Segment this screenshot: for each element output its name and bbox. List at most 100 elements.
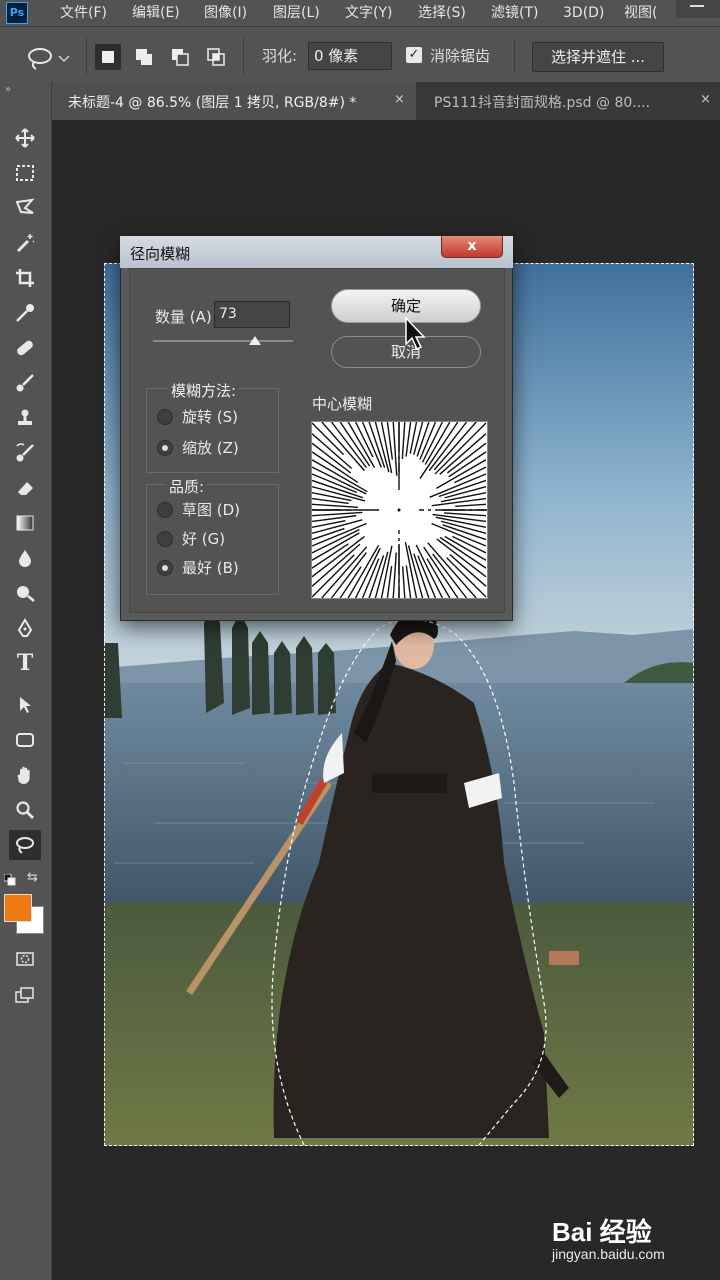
blur-method-title: 模糊方法: <box>168 380 240 401</box>
swap-colors-icon[interactable]: ⇆ <box>27 870 38 885</box>
tab-close-icon[interactable]: × <box>394 92 405 107</box>
rounded-rectangle-icon <box>16 733 34 747</box>
type-tool[interactable]: T <box>9 648 41 678</box>
droplet-icon <box>19 550 31 567</box>
tab-close-icon[interactable]: × <box>700 92 711 107</box>
hand-tool[interactable] <box>9 760 41 790</box>
arrow-cursor-icon <box>20 697 31 713</box>
pen-icon <box>17 618 33 637</box>
photoshop-logo: Ps <box>6 2 28 24</box>
zoom-tool[interactable] <box>9 795 41 825</box>
radio-good-label[interactable]: 好 (G) <box>182 528 225 549</box>
eyedropper-tool[interactable] <box>9 298 41 328</box>
move-tool[interactable] <box>9 123 41 153</box>
eraser-tool[interactable] <box>9 473 41 503</box>
divider <box>86 38 87 74</box>
zoom-rays-preview <box>311 421 487 599</box>
healing-brush-tool[interactable] <box>9 333 41 363</box>
baidu-jingyan-logo: Bai 经验 <box>552 1217 652 1247</box>
close-icon: x <box>467 238 477 254</box>
radio-good[interactable] <box>157 531 173 547</box>
tab-label: 未标题-4 @ 86.5% (图层 1 拷贝, RGB/8#) * <box>68 95 357 111</box>
blur-tool[interactable] <box>9 543 41 573</box>
polygonal-lasso-icon <box>15 198 35 214</box>
magic-wand-tool[interactable] <box>9 228 41 258</box>
lasso-preset-picker[interactable] <box>24 44 76 72</box>
marquee-tool[interactable] <box>9 158 41 188</box>
magnifier-icon <box>16 801 34 819</box>
menu-filter[interactable]: 滤镜(T) <box>491 0 538 26</box>
crop-icon <box>16 269 34 287</box>
screen-mode-button[interactable] <box>9 980 41 1010</box>
radio-spin-label[interactable]: 旋转 (S) <box>182 406 238 427</box>
lasso-icon <box>16 837 34 854</box>
radio-best-label[interactable]: 最好 (B) <box>182 557 239 578</box>
menu-image[interactable]: 图像(I) <box>204 0 247 26</box>
history-brush-tool[interactable] <box>9 438 41 468</box>
select-and-mask-button[interactable]: 选择并遮住 ... <box>532 42 664 72</box>
amount-slider-thumb[interactable] <box>249 336 262 345</box>
add-selection-icon <box>136 49 152 65</box>
lasso-tool[interactable] <box>9 830 41 860</box>
foreground-color-swatch[interactable] <box>4 894 32 922</box>
amount-slider-track[interactable] <box>153 340 293 342</box>
menu-edit[interactable]: 编辑(E) <box>132 0 180 26</box>
rectangle-tool[interactable] <box>9 725 41 755</box>
subtract-selection-button[interactable] <box>167 44 193 70</box>
new-selection-button[interactable] <box>95 44 121 70</box>
default-colors-icon[interactable] <box>3 871 18 886</box>
clone-stamp-tool[interactable] <box>9 403 41 433</box>
blur-center-label: 中心模糊 <box>312 395 373 413</box>
intersect-selection-button[interactable] <box>203 44 229 70</box>
eyedropper-icon <box>16 304 34 322</box>
gradient-icon <box>16 515 34 531</box>
feather-input[interactable]: 0 像素 <box>308 42 392 70</box>
crop-tool[interactable] <box>9 263 41 293</box>
minimize-button[interactable] <box>676 0 720 18</box>
pen-tool[interactable] <box>9 613 41 643</box>
gradient-tool[interactable] <box>9 508 41 538</box>
tab-label: PS111抖音封面规格.psd @ 80.... <box>434 95 651 111</box>
dialog-close-button[interactable]: x <box>441 236 503 258</box>
screen-mode-icon <box>15 987 34 1003</box>
divider <box>514 38 515 74</box>
antialias-label: 消除锯齿 <box>430 47 491 65</box>
tools-panel <box>0 82 52 1280</box>
brush-tool[interactable] <box>9 368 41 398</box>
quick-mask-button[interactable] <box>9 944 41 974</box>
menu-layer[interactable]: 图层(L) <box>273 0 320 26</box>
hand-icon <box>17 766 30 784</box>
radio-spin[interactable] <box>157 409 173 425</box>
radio-zoom-label[interactable]: 缩放 (Z) <box>182 437 239 458</box>
dialog-title: 径向模糊 <box>130 245 191 263</box>
eraser-icon <box>18 482 33 495</box>
stamp-icon <box>18 409 32 425</box>
menu-type[interactable]: 文字(Y) <box>345 0 392 26</box>
add-to-selection-button[interactable] <box>131 44 157 70</box>
amount-input[interactable]: 73 <box>214 301 290 328</box>
mouse-cursor-icon <box>405 316 426 351</box>
path-selection-tool[interactable] <box>9 690 41 720</box>
menu-3d[interactable]: 3D(D) <box>563 0 604 26</box>
quality-title: 品质: <box>166 476 208 497</box>
brush-icon <box>16 374 34 392</box>
intersect-selection-icon <box>207 48 225 66</box>
menu-file[interactable]: 文件(F) <box>60 0 107 26</box>
radio-best[interactable] <box>157 560 173 576</box>
subtract-selection-icon <box>172 49 189 66</box>
lasso-icon <box>28 48 70 70</box>
radio-zoom[interactable] <box>157 440 173 456</box>
polygonal-lasso-tool[interactable] <box>9 193 41 223</box>
amount-label: 数量 (A) <box>155 308 212 326</box>
menu-select[interactable]: 选择(S) <box>418 0 466 26</box>
radio-draft[interactable] <box>157 502 173 518</box>
menu-view[interactable]: 视图( <box>624 0 657 26</box>
dodge-tool[interactable] <box>9 578 41 608</box>
blur-center-preview[interactable] <box>311 421 488 599</box>
watermark-url: jingyan.baidu.com <box>552 1246 665 1262</box>
minimize-icon <box>690 5 704 7</box>
panel-collapse-icon[interactable]: » <box>5 84 11 95</box>
radio-draft-label[interactable]: 草图 (D) <box>182 499 240 520</box>
antialias-checkbox[interactable]: ✓ <box>406 47 422 63</box>
magic-wand-icon <box>16 234 35 253</box>
